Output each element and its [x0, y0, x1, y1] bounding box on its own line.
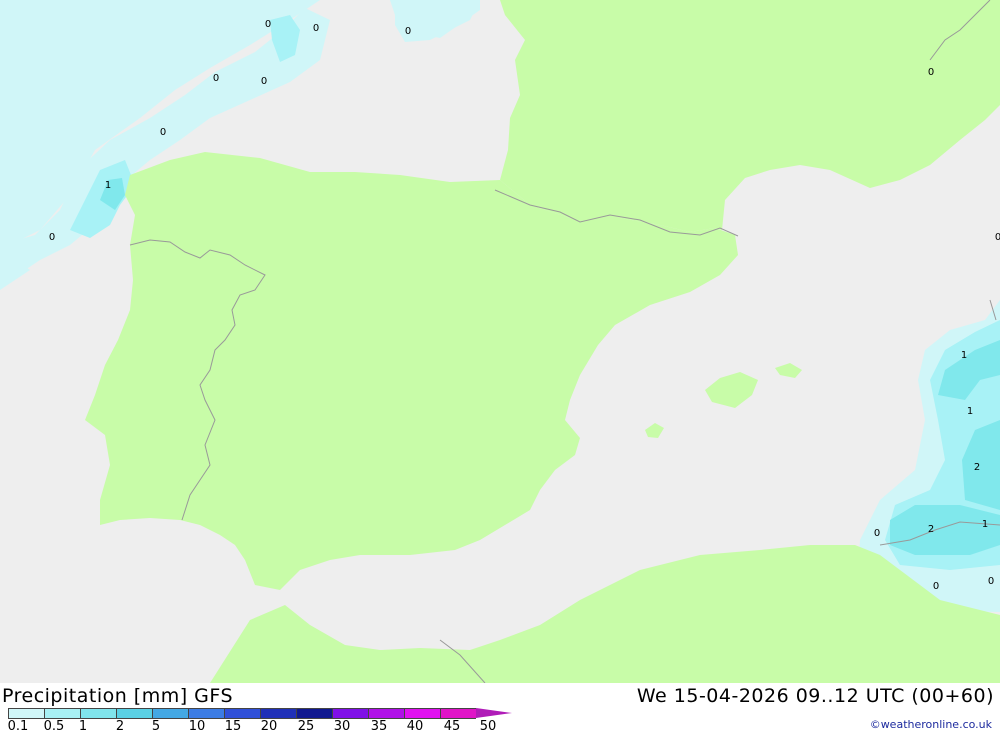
contour-label: 0	[988, 576, 994, 587]
contour-label: 2	[928, 524, 934, 535]
contour-label: 0	[874, 528, 880, 539]
legend-label: 50	[479, 719, 497, 734]
legend-label: 1	[78, 719, 88, 734]
contour-label: 0	[160, 127, 166, 138]
contour-label: 0	[49, 232, 55, 243]
legend-color-bar	[8, 708, 512, 719]
legend-swatch	[440, 708, 476, 719]
map-area: 0 0 0 0 0 0 1 0 0 0 1 1 2 0 2 1 0 0	[0, 0, 1000, 683]
contour-label: 0	[213, 73, 219, 84]
credit-link[interactable]: ©weatheronline.co.uk	[870, 718, 992, 731]
precipitation-map: 0 0 0 0 0 0 1 0 0 0 1 1 2 0 2 1 0 0	[0, 0, 1000, 683]
legend-label: 0.5	[43, 719, 65, 734]
legend-label: 0.1	[7, 719, 29, 734]
contour-label: 0	[933, 581, 939, 592]
legend-label: 45	[443, 719, 461, 734]
contour-label: 0	[928, 67, 934, 78]
legend-label: 40	[406, 719, 424, 734]
legend-swatch	[80, 708, 116, 719]
legend-swatch	[404, 708, 440, 719]
legend-label: 35	[370, 719, 388, 734]
contour-label: 0	[265, 19, 271, 30]
legend-swatch	[332, 708, 368, 719]
contour-label: 1	[967, 406, 973, 417]
legend-label: 2	[115, 719, 125, 734]
legend-label: 15	[224, 719, 242, 734]
legend-swatch	[44, 708, 80, 719]
legend-swatch	[368, 708, 404, 719]
legend-swatch	[116, 708, 152, 719]
contour-label: 0	[313, 23, 319, 34]
legend-label: 10	[188, 719, 206, 734]
legend-label: 5	[151, 719, 161, 734]
contour-label: 1	[961, 350, 967, 361]
legend-swatch	[224, 708, 260, 719]
legend-swatch	[188, 708, 224, 719]
legend-label: 25	[297, 719, 315, 734]
contour-label: 0	[261, 76, 267, 87]
legend-arrow	[476, 708, 512, 718]
legend-swatch	[152, 708, 188, 719]
legend-label: 20	[260, 719, 278, 734]
legend-swatch	[296, 708, 332, 719]
legend-swatch	[260, 708, 296, 719]
contour-label: 0	[405, 26, 411, 37]
legend-swatch	[8, 708, 44, 719]
contour-label: 0	[995, 232, 1000, 243]
legend-labels: 0.1 0.5 1 2 5 10 15 20 25 30 35 40 45 50	[0, 719, 540, 734]
legend-label: 30	[333, 719, 351, 734]
contour-label: 1	[105, 180, 111, 191]
valid-time: We 15-04-2026 09..12 UTC (00+60)	[636, 685, 994, 707]
contour-label: 1	[982, 519, 988, 530]
map-footer: Precipitation [mm] GFS We 15-04-2026 09.…	[0, 683, 1000, 734]
contour-label: 2	[974, 462, 980, 473]
product-title: Precipitation [mm] GFS	[2, 685, 234, 707]
